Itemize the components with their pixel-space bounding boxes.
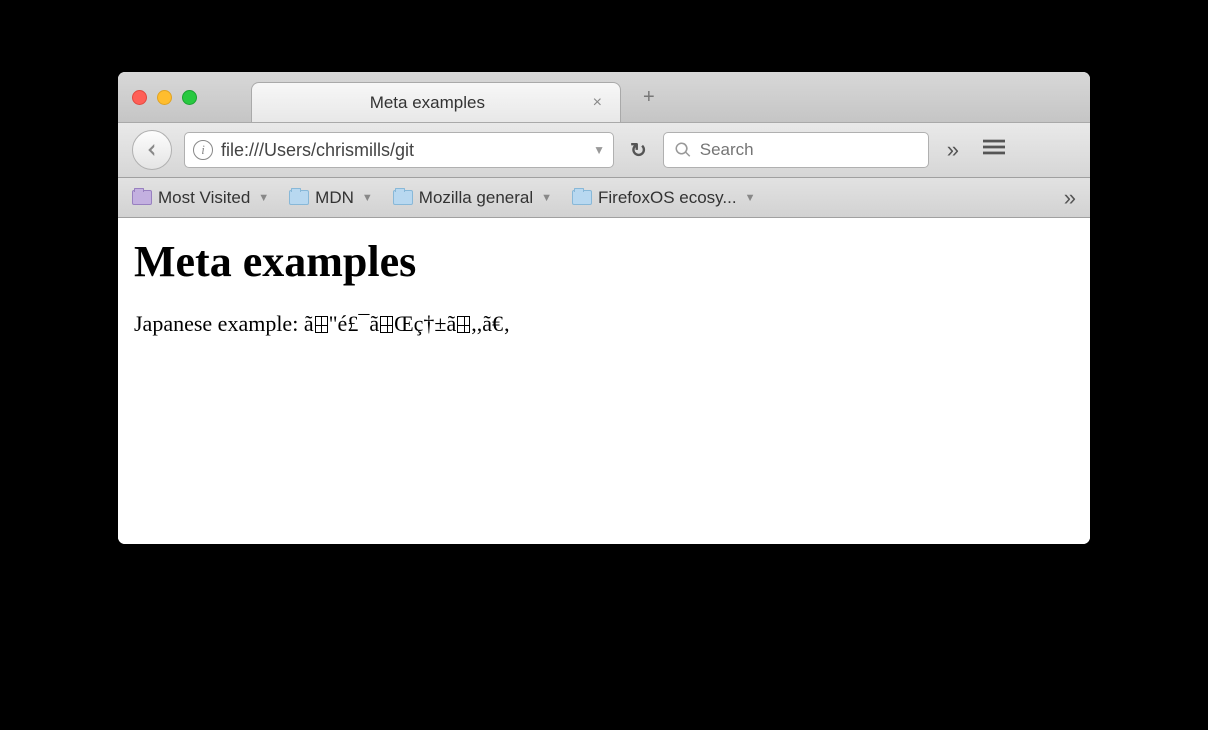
bookmark-mdn[interactable]: MDN ▼ xyxy=(289,188,373,208)
bookmark-label: Most Visited xyxy=(158,188,250,208)
url-dropdown-icon[interactable]: ▼ xyxy=(593,143,605,157)
bookmark-label: FirefoxOS ecosy... xyxy=(598,188,737,208)
bookmark-label: MDN xyxy=(315,188,354,208)
page-heading: Meta examples xyxy=(134,236,1074,287)
page-paragraph: Japanese example: ã"é£¯ãŒç†±ã,,ã€‚ xyxy=(134,311,1074,337)
tab-title: Meta examples xyxy=(270,93,585,113)
search-icon xyxy=(674,141,692,159)
bookmark-firefoxos[interactable]: FirefoxOS ecosy... ▼ xyxy=(572,188,755,208)
bookmarks-overflow-button[interactable]: » xyxy=(1064,185,1076,211)
back-button[interactable] xyxy=(132,130,172,170)
tab-bar: Meta examples × + xyxy=(118,72,1090,122)
chevron-down-icon: ▼ xyxy=(258,192,269,204)
url-text: file:///Users/chrismills/git xyxy=(221,140,585,161)
toolbar-overflow-button[interactable]: » xyxy=(941,137,965,163)
folder-icon xyxy=(393,190,413,205)
search-input[interactable] xyxy=(700,140,918,160)
folder-icon xyxy=(132,190,152,205)
browser-tab[interactable]: Meta examples × xyxy=(251,82,621,122)
folder-icon xyxy=(289,190,309,205)
mojibake-text: ã"é£¯ãŒç†±ã,,ã€‚ xyxy=(304,311,511,336)
close-window-button[interactable] xyxy=(132,90,147,105)
maximize-window-button[interactable] xyxy=(182,90,197,105)
bookmarks-bar: Most Visited ▼ MDN ▼ Mozilla general ▼ F… xyxy=(118,178,1090,218)
tofu-glyph xyxy=(457,316,470,333)
bookmark-mozilla-general[interactable]: Mozilla general ▼ xyxy=(393,188,552,208)
toolbar: i file:///Users/chrismills/git ▼ ↻ » xyxy=(118,122,1090,178)
page-content: Meta examples Japanese example: ã"é£¯ãŒç… xyxy=(118,218,1090,544)
folder-icon xyxy=(572,190,592,205)
bookmark-label: Mozilla general xyxy=(419,188,533,208)
hamburger-menu-button[interactable] xyxy=(977,136,1011,165)
window-controls xyxy=(132,90,197,105)
url-bar[interactable]: i file:///Users/chrismills/git ▼ xyxy=(184,132,614,168)
chevron-down-icon: ▼ xyxy=(541,192,552,204)
chevron-down-icon: ▼ xyxy=(362,192,373,204)
reload-button[interactable]: ↻ xyxy=(630,138,647,163)
site-info-icon[interactable]: i xyxy=(193,140,213,160)
chevron-down-icon: ▼ xyxy=(745,192,756,204)
tofu-glyph xyxy=(380,316,393,333)
new-tab-button[interactable]: + xyxy=(643,86,655,109)
tofu-glyph xyxy=(315,316,328,333)
paragraph-prefix: Japanese example: xyxy=(134,311,304,336)
search-bar[interactable] xyxy=(663,132,929,168)
close-tab-icon[interactable]: × xyxy=(593,94,602,112)
minimize-window-button[interactable] xyxy=(157,90,172,105)
browser-window: Meta examples × + i file:///Users/chrism… xyxy=(118,72,1090,544)
bookmark-most-visited[interactable]: Most Visited ▼ xyxy=(132,188,269,208)
